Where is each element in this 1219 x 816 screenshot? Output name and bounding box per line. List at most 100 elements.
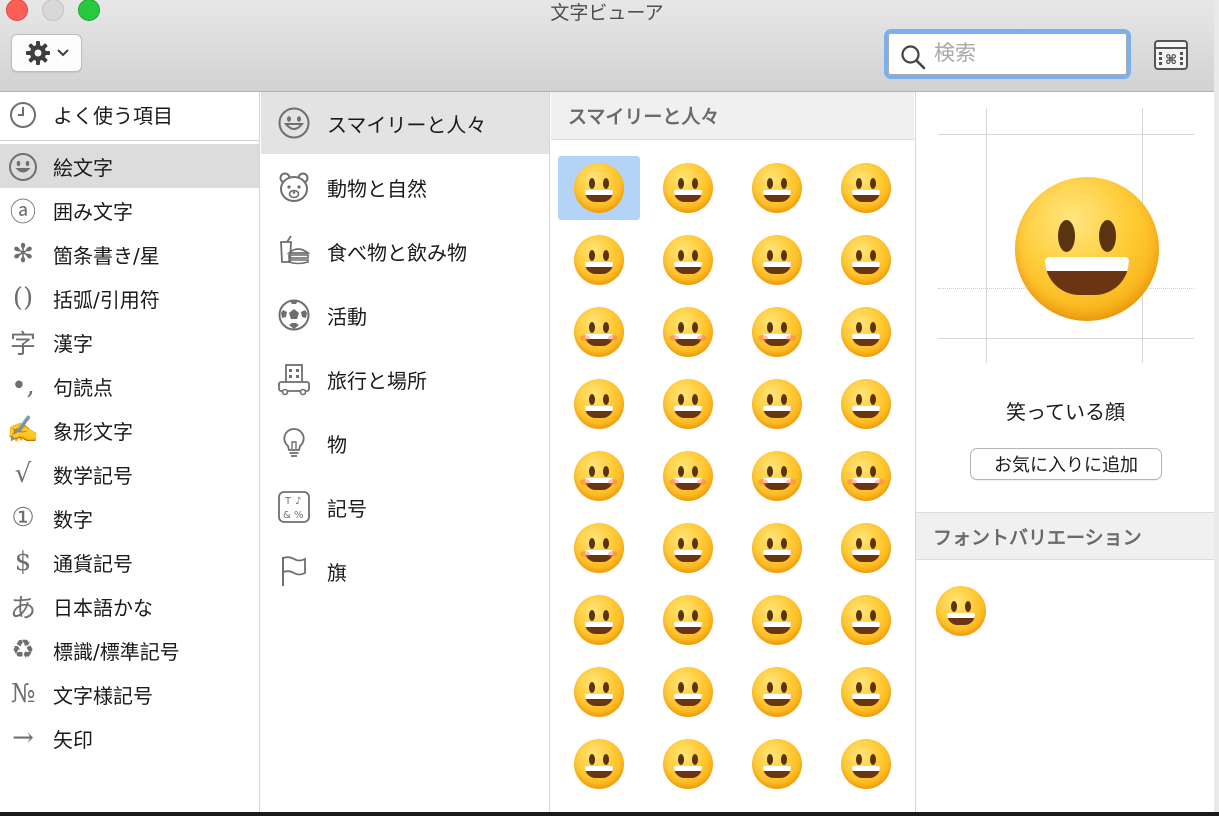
category-food-drink[interactable]: 食べ物と飲み物	[261, 220, 549, 282]
lightbulb-icon	[261, 426, 327, 460]
face-tears-of-joy-icon	[752, 235, 802, 285]
grinning-face-big-eyes-icon	[663, 163, 713, 213]
font-variation-header: フォントバリエーション	[916, 512, 1214, 560]
emoji-nerd-face[interactable]	[558, 660, 640, 724]
emoji-winking-face-tongue[interactable]	[558, 588, 640, 652]
svg-text:T: T	[284, 496, 292, 507]
emoji-smiling-face-smiling-eyes[interactable]	[647, 300, 729, 364]
category-symbols[interactable]: T ♪ &% 記号	[261, 476, 549, 538]
emoji-grinning-face-big-eyes[interactable]	[647, 156, 729, 220]
emoji-grinning-squinting-face[interactable]	[558, 228, 640, 292]
emoji-grinning-face-sweat[interactable]	[647, 228, 729, 292]
smirking-face-icon	[574, 739, 624, 789]
emoji-relieved-face[interactable]	[736, 372, 818, 436]
add-to-favorites-button[interactable]: お気に入りに追加	[970, 448, 1162, 480]
square-root-icon: √	[14, 459, 32, 489]
emoji-smiling-face-halo[interactable]	[736, 300, 818, 364]
circled-a-icon: ⓐ	[9, 197, 36, 228]
emoji-partying-face[interactable]	[825, 660, 907, 724]
category-label: 食べ物と飲み物	[327, 240, 467, 265]
sidebar-item-japanese-kana[interactable]: あ 日本語かな	[0, 584, 259, 628]
emoji-star-struck[interactable]	[736, 660, 818, 724]
emoji-squinting-face-tongue[interactable]	[825, 516, 907, 580]
action-menu-button[interactable]	[11, 34, 82, 72]
sidebar-item-bullets-stars[interactable]: ✻ 箇条書き/星	[0, 232, 259, 276]
emoji-rolling-on-floor-laughing[interactable]	[825, 228, 907, 292]
emoji-kissing-face-closed-eyes[interactable]	[558, 516, 640, 580]
sidebar-item-digits[interactable]: ① 数字	[0, 496, 259, 540]
building-icon	[261, 362, 327, 396]
sidebar-item-label: 矢印	[53, 727, 93, 752]
soccer-ball-icon	[261, 298, 327, 332]
sidebar-item-currency[interactable]: $ 通貨記号	[0, 540, 259, 584]
emoji-face-tears-of-joy[interactable]	[736, 228, 818, 292]
sidebar-item-emoji[interactable]: 絵文字	[0, 144, 259, 188]
emoji-unamused-face[interactable]	[647, 732, 729, 796]
sidebar-item-enclosed[interactable]: ⓐ 囲み文字	[0, 188, 259, 232]
sidebar-item-label: 絵文字	[53, 155, 113, 180]
pen-icon: ✍	[6, 415, 40, 445]
emoji-face-tongue[interactable]	[736, 516, 818, 580]
category-objects[interactable]: 物	[261, 412, 549, 474]
emoji-kissing-face[interactable]	[736, 444, 818, 508]
emoji-grid	[558, 156, 914, 804]
emoji-sunglasses-face[interactable]	[647, 660, 729, 724]
sidebar-item-signs[interactable]: ♻ 標識/標準記号	[0, 628, 259, 672]
emoji-category-list: スマイリーと人々 動物と自然 食べ物と飲み物 活動 旅行と場所 物 T ♪ & …	[261, 92, 550, 812]
smiley-icon	[0, 151, 46, 182]
emoji-face-savoring-food[interactable]	[647, 516, 729, 580]
emoji-heart-eyes-face[interactable]	[825, 372, 907, 436]
search-input[interactable]	[934, 39, 1114, 67]
bear-icon	[261, 170, 327, 204]
category-travel-places[interactable]: 旅行と場所	[261, 348, 549, 410]
category-activity[interactable]: 活動	[261, 284, 549, 346]
emoji-face-raised-eyebrow[interactable]	[736, 588, 818, 652]
category-animals-nature[interactable]: 動物と自然	[261, 156, 549, 218]
sidebar-item-arrows[interactable]: → 矢印	[0, 716, 259, 760]
kissing-face-closed-eyes-icon	[574, 523, 624, 573]
svg-text:&: &	[283, 510, 291, 521]
sidebar-item-label: 標識/標準記号	[53, 639, 180, 664]
sidebar-item-frequently-used[interactable]: よく使う項目	[0, 92, 259, 136]
search-icon	[901, 45, 926, 70]
font-variation-grinning-face[interactable]	[936, 586, 986, 636]
partying-face-icon	[841, 667, 891, 717]
keyboard-viewer-icon: ⌘	[1154, 40, 1188, 70]
sidebar-item-brackets[interactable]: () 括弧/引用符	[0, 276, 259, 320]
winking-face-icon	[663, 379, 713, 429]
sidebar-item-kanji[interactable]: 字 漢字	[0, 320, 259, 364]
sidebar-item-letterlike[interactable]: № 文字様記号	[0, 672, 259, 716]
emoji-smirking-face[interactable]	[558, 732, 640, 796]
search-field[interactable]	[884, 29, 1131, 79]
emoji-smiling-face[interactable]	[558, 300, 640, 364]
emoji-smiling-face-hearts[interactable]	[558, 444, 640, 508]
emoji-upside-down-face[interactable]	[558, 372, 640, 436]
emoji-slightly-smiling-face[interactable]	[825, 300, 907, 364]
star-struck-icon	[752, 667, 802, 717]
sidebar-item-punctuation[interactable]: •, 句読点	[0, 364, 259, 408]
category-smileys-people[interactable]: スマイリーと人々	[261, 92, 549, 154]
emoji-winking-face[interactable]	[647, 372, 729, 436]
emoji-disappointed-face[interactable]	[736, 732, 818, 796]
emoji-face-blowing-kiss[interactable]	[647, 444, 729, 508]
category-label: 物	[327, 432, 347, 457]
unamused-face-icon	[663, 739, 713, 789]
emoji-pensive-face[interactable]	[825, 732, 907, 796]
emoji-kissing-face-smiling-eyes[interactable]	[825, 444, 907, 508]
sidebar-item-label: 通貨記号	[53, 551, 133, 576]
category-flags[interactable]: 旗	[261, 540, 549, 602]
sidebar-item-pictographs[interactable]: ✍ 象形文字	[0, 408, 259, 452]
emoji-grid-panel: スマイリーと人々	[551, 92, 914, 812]
dollar-icon: $	[14, 547, 32, 577]
emoji-grinning-face[interactable]	[558, 156, 640, 220]
recycle-icon: ♻	[11, 635, 35, 665]
sidebar-item-math[interactable]: √ 数学記号	[0, 452, 259, 496]
character-name: 笑っている顔	[1006, 400, 1125, 424]
emoji-zany-face[interactable]	[647, 588, 729, 652]
category-label: 旗	[327, 560, 347, 585]
symbols-icon: T ♪ &%	[261, 490, 327, 524]
emoji-beaming-face[interactable]	[825, 156, 907, 220]
emoji-face-monocle[interactable]	[825, 588, 907, 652]
emoji-grinning-face-smiling-eyes[interactable]	[736, 156, 818, 220]
keyboard-viewer-button[interactable]: ⌘	[1153, 39, 1189, 71]
